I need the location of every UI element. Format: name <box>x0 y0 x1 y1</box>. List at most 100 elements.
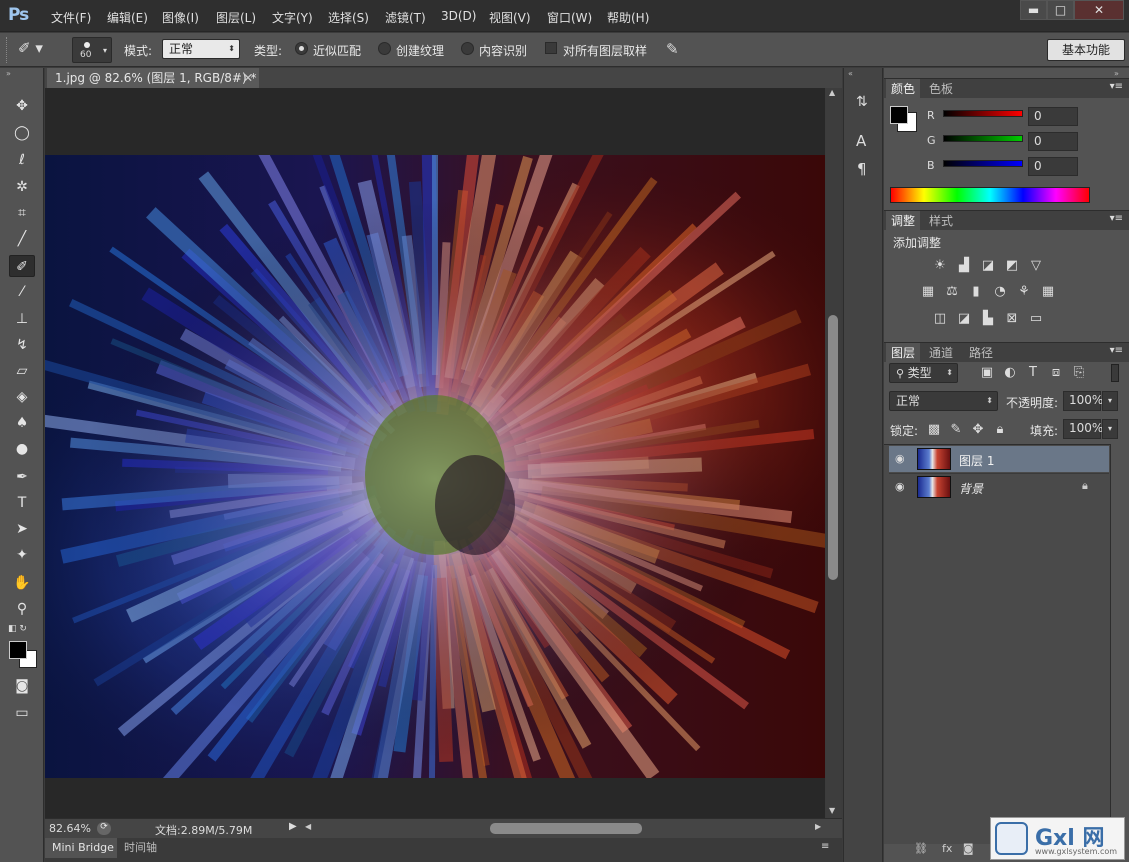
collapse-panels-icon[interactable]: » <box>1114 69 1119 78</box>
menu-view[interactable]: 视图(V) <box>489 9 531 26</box>
radio-proximity-match[interactable] <box>295 42 308 55</box>
menu-image[interactable]: 图像(I) <box>162 9 199 26</box>
marquee-tool-icon[interactable]: ◯ <box>9 122 35 144</box>
history-panel-icon[interactable]: ⇅ <box>856 94 868 110</box>
channel-r-value[interactable]: 0 <box>1028 107 1078 126</box>
layer-name[interactable]: 图层 1 <box>959 452 994 469</box>
hand-tool-icon[interactable]: ✋ <box>9 572 35 594</box>
swap-colors-icon[interactable]: ◧ ↻ <box>8 624 27 634</box>
fill-dropdown[interactable]: ▾ <box>1102 419 1118 439</box>
fx-icon[interactable]: fx <box>942 842 952 855</box>
menu-filter[interactable]: 滤镜(T) <box>385 9 426 26</box>
levels-icon[interactable]: ▟ <box>955 258 973 274</box>
gradient-map-icon[interactable]: ▭ <box>1027 311 1045 327</box>
lock-transparent-icon[interactable]: ▩ <box>925 422 943 438</box>
filter-type-icon[interactable]: T <box>1024 365 1042 381</box>
tab-adjustments[interactable]: 调整 <box>886 211 921 231</box>
menu-window[interactable]: 窗口(W) <box>547 9 592 26</box>
menu-3d[interactable]: 3D(D) <box>441 9 476 23</box>
photo-filter-icon[interactable]: ◔ <box>991 284 1009 300</box>
close-icon[interactable]: ✕ <box>243 68 253 88</box>
tab-layers[interactable]: 图层 <box>886 343 921 363</box>
screen-mode-icon[interactable]: ▭ <box>9 702 35 724</box>
scroll-down-icon[interactable]: ▼ <box>829 806 835 815</box>
selective-color-icon[interactable]: ⊠ <box>1003 311 1021 327</box>
maximize-button[interactable]: □ <box>1047 0 1074 20</box>
grip-handle[interactable] <box>6 37 10 63</box>
path-select-icon[interactable]: ➤ <box>9 518 35 540</box>
filter-shape-icon[interactable]: ⧈ <box>1047 365 1065 381</box>
workspace-button[interactable]: 基本功能 <box>1047 39 1125 61</box>
channel-g-value[interactable]: 0 <box>1028 132 1078 151</box>
menu-layer[interactable]: 图层(L) <box>216 9 256 26</box>
tab-color[interactable]: 颜色 <box>886 79 921 99</box>
magic-wand-icon[interactable]: ✲ <box>9 176 35 198</box>
paint-bucket-icon[interactable]: ◈ <box>9 386 35 408</box>
channel-b-value[interactable]: 0 <box>1028 157 1078 176</box>
channel-b-slider[interactable] <box>943 160 1023 167</box>
panel-menu-icon[interactable]: ▾≡ <box>1110 213 1123 224</box>
blur-tool-icon[interactable]: ♠ <box>9 412 35 434</box>
menu-edit[interactable]: 编辑(E) <box>107 9 148 26</box>
brightness-icon[interactable]: ☀ <box>931 258 949 274</box>
scroll-right-icon[interactable]: ▶ <box>815 822 821 831</box>
panel-menu-icon[interactable]: ▾≡ <box>1110 345 1123 356</box>
share-icon[interactable]: ⟳ <box>97 822 111 835</box>
scroll-left-icon[interactable]: ◀ <box>305 822 311 831</box>
stamp-tool-icon[interactable]: ⊥ <box>9 308 35 330</box>
menu-select[interactable]: 选择(S) <box>328 9 369 26</box>
layer-row[interactable]: ◉ 图层 1 <box>889 446 1109 472</box>
hue-saturation-icon[interactable]: ▦ <box>919 284 937 300</box>
curves-icon[interactable]: ◪ <box>979 258 997 274</box>
sample-all-layers-checkbox[interactable] <box>545 42 557 54</box>
fill-value[interactable]: 100% <box>1063 419 1103 439</box>
channel-r-slider[interactable] <box>943 110 1023 117</box>
layer-name[interactable]: 背景 <box>959 480 983 497</box>
collapse-icon[interactable]: « <box>848 69 853 78</box>
layer-filter-select[interactable]: ⚲ 类型 ⬍ <box>889 363 958 383</box>
channel-g-slider[interactable] <box>943 135 1023 142</box>
tab-timeline[interactable]: 时间轴 <box>119 838 157 858</box>
lasso-tool-icon[interactable]: ℓ <box>9 149 35 171</box>
pen-tool-icon[interactable]: ✒ <box>9 466 35 488</box>
zoom-level[interactable]: 82.64% <box>49 822 91 835</box>
quick-mask-icon[interactable]: ◙ <box>9 675 35 697</box>
mode-select[interactable]: 正常 ⬍ <box>162 39 240 59</box>
channel-mixer-icon[interactable]: ⚘ <box>1015 284 1033 300</box>
link-layers-icon[interactable]: ⛓ <box>914 842 928 855</box>
opacity-value[interactable]: 100% <box>1063 391 1103 411</box>
shape-tool-icon[interactable]: ✦ <box>9 544 35 566</box>
healing-brush-icon[interactable]: ✐ <box>9 255 35 277</box>
threshold-icon[interactable]: ▙ <box>979 311 997 327</box>
filter-smart-object-icon[interactable]: ⎘ <box>1070 365 1088 381</box>
close-button[interactable]: ✕ <box>1074 0 1124 20</box>
tab-mini-bridge[interactable]: Mini Bridge <box>45 838 117 858</box>
move-tool-icon[interactable]: ✥ <box>9 95 35 117</box>
menu-file[interactable]: 文件(F) <box>51 9 91 26</box>
foreground-color-swatch[interactable] <box>9 641 27 659</box>
zoom-tool-icon[interactable]: ⚲ <box>9 598 35 620</box>
expand-icon[interactable]: » <box>6 69 11 78</box>
layers-scrollbar[interactable] <box>1110 444 1129 844</box>
menu-help[interactable]: 帮助(H) <box>607 9 649 26</box>
lock-pixels-icon[interactable]: ✎ <box>947 422 965 438</box>
black-white-icon[interactable]: ▮ <box>967 284 985 300</box>
pressure-size-icon[interactable]: ✎ <box>666 40 686 60</box>
minimize-button[interactable]: ▬ <box>1020 0 1047 20</box>
character-panel-icon[interactable]: A <box>856 132 866 150</box>
lock-all-icon[interactable]: 🔒︎ <box>991 422 1009 438</box>
fg-color-swatch[interactable] <box>890 106 908 124</box>
tab-swatches[interactable]: 色板 <box>924 79 958 99</box>
panel-menu-icon[interactable]: ▾≡ <box>1110 81 1123 92</box>
radio-content-aware[interactable] <box>461 42 474 55</box>
color-spectrum-bar[interactable] <box>890 187 1090 203</box>
blend-mode-select[interactable]: 正常 ⬍ <box>889 391 998 411</box>
dodge-tool-icon[interactable]: ● <box>9 438 35 460</box>
document-tab[interactable]: 1.jpg @ 82.6% (图层 1, RGB/8#) * ✕ <box>47 68 259 88</box>
posterize-icon[interactable]: ◪ <box>955 311 973 327</box>
filter-toggle[interactable] <box>1111 364 1119 382</box>
color-balance-icon[interactable]: ⚖ <box>943 284 961 300</box>
eye-icon[interactable]: ◉ <box>895 480 905 493</box>
opacity-dropdown[interactable]: ▾ <box>1102 391 1118 411</box>
color-lookup-icon[interactable]: ▦ <box>1039 284 1057 300</box>
